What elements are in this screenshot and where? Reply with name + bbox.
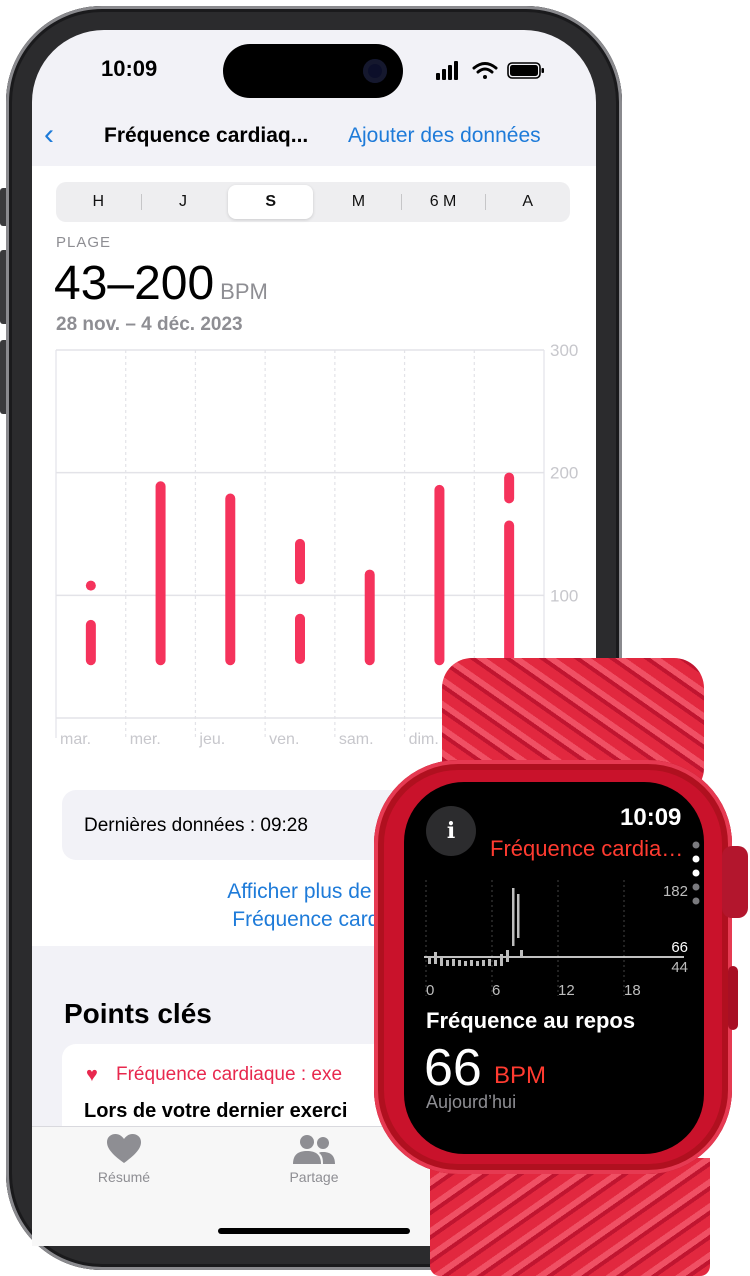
segment-day[interactable]: J	[140, 185, 226, 219]
tab-summary-label: Résumé	[97, 1169, 151, 1185]
volume-up-button	[0, 250, 6, 324]
wifi-icon	[472, 62, 498, 79]
watch-chart-samples	[428, 888, 523, 966]
range-bar	[85, 619, 96, 666]
action-button	[0, 188, 6, 226]
highlight-title: Fréquence cardiaque : exe	[116, 1064, 343, 1085]
battery-icon	[507, 62, 544, 79]
watch-x-tick: 0	[426, 982, 434, 999]
signal-icon	[436, 61, 458, 80]
tab-summary[interactable]: Résumé	[64, 1133, 184, 1185]
date-range: 28 nov. – 4 déc. 2023	[56, 314, 243, 335]
info-icon[interactable]: i	[426, 806, 476, 856]
highlight-body: Lors de votre dernier exerci	[84, 1100, 348, 1122]
watch-screen: i 10:09 Fréquence cardiaque 182 66 44 0 …	[404, 782, 704, 1154]
dynamic-island	[223, 44, 403, 98]
heart-icon: ♥	[86, 1064, 98, 1086]
resting-date: Aujourd’hui	[426, 1092, 517, 1112]
segment-hour[interactable]: H	[56, 185, 141, 219]
y-tick-label: 100	[550, 586, 578, 605]
status-icons	[436, 61, 544, 80]
latest-data-text: Dernières données : 09:28	[84, 815, 308, 836]
x-tick-label: sam.	[339, 731, 374, 748]
segment-6-months[interactable]: 6 M	[400, 185, 486, 219]
digital-crown	[722, 846, 748, 918]
status-time: 10:09	[101, 56, 158, 81]
watch-y-tick-high: 182	[663, 883, 688, 900]
x-tick-label: mar.	[60, 731, 91, 748]
watch-y-tick-low: 44	[671, 959, 688, 976]
range-bar	[364, 569, 375, 666]
resting-value: 66	[424, 1039, 482, 1097]
show-more-line-2: Fréquence cardia	[232, 908, 396, 931]
resting-label: Fréquence au repos	[426, 1008, 636, 1033]
x-tick-label: jeu.	[198, 731, 225, 748]
chevron-left-icon[interactable]: ‹	[44, 118, 54, 152]
range-bar	[504, 472, 515, 504]
period-segmented-control: H J S M 6 M A	[56, 182, 570, 222]
y-tick-label: 200	[550, 464, 578, 483]
x-tick-label: ven.	[269, 731, 299, 748]
segment-week[interactable]: S	[228, 185, 314, 219]
home-indicator	[218, 1228, 410, 1234]
marketing-composite: 10:09 ‹ Fréquence cardiaq... Ajouter des…	[0, 0, 750, 1276]
range-bar	[434, 484, 445, 666]
range-bar	[295, 538, 305, 585]
highlights-title: Points clés	[64, 998, 212, 1029]
range-bar	[295, 613, 305, 665]
add-data-button[interactable]: Ajouter des données	[348, 124, 541, 148]
camera-icon	[363, 59, 387, 83]
y-tick-label: 300	[550, 342, 578, 360]
range-bar	[225, 493, 236, 666]
range-unit: BPM	[220, 279, 268, 304]
page-title: Fréquence cardiaq...	[104, 124, 309, 147]
heart-icon	[107, 1134, 141, 1163]
range-bar	[155, 481, 166, 666]
x-tick-label: mer.	[130, 731, 161, 748]
range-value: 43–200 BPM	[54, 256, 268, 311]
range-label: PLAGE	[56, 234, 112, 251]
range-bar	[85, 580, 96, 591]
watch-band-bottom	[430, 1158, 710, 1276]
watch-x-tick: 6	[492, 982, 500, 999]
tab-sharing-label: Partage	[289, 1169, 339, 1185]
watch-x-tick: 18	[624, 982, 641, 999]
watch-side-button	[728, 966, 738, 1030]
watch-time: 10:09	[620, 804, 682, 831]
tab-sharing[interactable]: Partage	[254, 1133, 374, 1185]
x-tick-label: dim.	[409, 731, 439, 748]
watch-heart-chart: 182 66 44 0 6 12 18	[424, 880, 688, 999]
segment-year[interactable]: A	[485, 185, 570, 219]
people-icon	[293, 1135, 335, 1164]
volume-down-button	[0, 340, 6, 414]
range-number: 43–200	[54, 257, 215, 310]
watch-x-tick: 12	[558, 982, 575, 999]
navigation-bar: ‹ Fréquence cardiaq... Ajouter des donné…	[32, 110, 596, 162]
watch-y-tick-mid: 66	[671, 939, 688, 956]
range-bar	[504, 520, 515, 666]
resting-unit: BPM	[494, 1062, 547, 1089]
segment-month[interactable]: M	[316, 185, 401, 219]
watch-title: Fréquence cardiaque	[490, 836, 686, 861]
